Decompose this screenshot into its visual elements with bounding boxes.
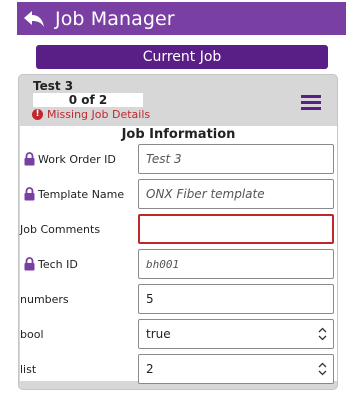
title-bar: Job Manager (17, 2, 346, 35)
tech-id-label: Tech ID (38, 257, 78, 271)
field-row-list: list 2 (20, 354, 337, 390)
template-name-field[interactable]: ONX Fiber template (138, 179, 334, 209)
field-label: Template Name (24, 179, 124, 209)
work-order-id-label: Work Order ID (38, 152, 116, 166)
job-progress: 0 of 2 (33, 93, 143, 107)
numbers-input[interactable]: 5 (138, 284, 334, 314)
field-row-tech-id: Tech ID bh001 (20, 249, 337, 285)
warning-text: Missing Job Details (47, 108, 151, 121)
current-job-button[interactable]: Current Job (36, 45, 328, 69)
hamburger-menu-icon (301, 95, 321, 98)
field-row-numbers: numbers 5 (20, 284, 337, 320)
bool-select-value: true (146, 327, 171, 341)
job-name: Test 3 (33, 79, 74, 93)
job-manager-app: Job Manager Current Job Test 3 0 of 2 ! … (0, 0, 351, 394)
field-label: Tech ID (24, 249, 78, 279)
job-menu-button[interactable] (301, 95, 321, 111)
field-row-template-name: Template Name ONX Fiber template (20, 179, 337, 215)
back-arrow-icon (24, 10, 44, 27)
field-row-bool: bool true (20, 319, 337, 355)
field-row-job-comments: Job Comments (20, 214, 337, 250)
bool-label: bool (20, 327, 44, 341)
lock-icon (24, 257, 35, 271)
lock-icon (24, 187, 35, 201)
field-row-work-order-id: Work Order ID Test 3 (20, 144, 337, 180)
job-comments-label: Job Comments (20, 222, 101, 236)
list-label: list (20, 362, 37, 376)
template-name-label: Template Name (38, 187, 125, 201)
chevron-up-down-icon (318, 362, 327, 376)
field-label: Work Order ID (24, 144, 116, 174)
section-title: Job Information (121, 127, 236, 142)
chevron-up-down-icon (318, 327, 327, 341)
work-order-id-field[interactable]: Test 3 (138, 144, 334, 174)
lock-icon (24, 152, 35, 166)
job-card: Test 3 0 of 2 ! Missing Job Details Job … (18, 74, 338, 390)
job-information-form: Job Information Work Order ID Test 3 Tem… (20, 126, 337, 384)
missing-details-warning: ! Missing Job Details (32, 108, 150, 121)
job-comments-input[interactable] (138, 214, 334, 244)
list-select-value: 2 (146, 362, 154, 376)
tech-id-field[interactable]: bh001 (138, 249, 334, 279)
back-button[interactable] (17, 2, 51, 35)
bool-select[interactable]: true (138, 319, 334, 349)
app-title: Job Manager (55, 7, 175, 30)
exclamation-circle-icon: ! (32, 109, 43, 120)
numbers-label: numbers (20, 292, 69, 306)
list-select[interactable]: 2 (138, 354, 334, 384)
